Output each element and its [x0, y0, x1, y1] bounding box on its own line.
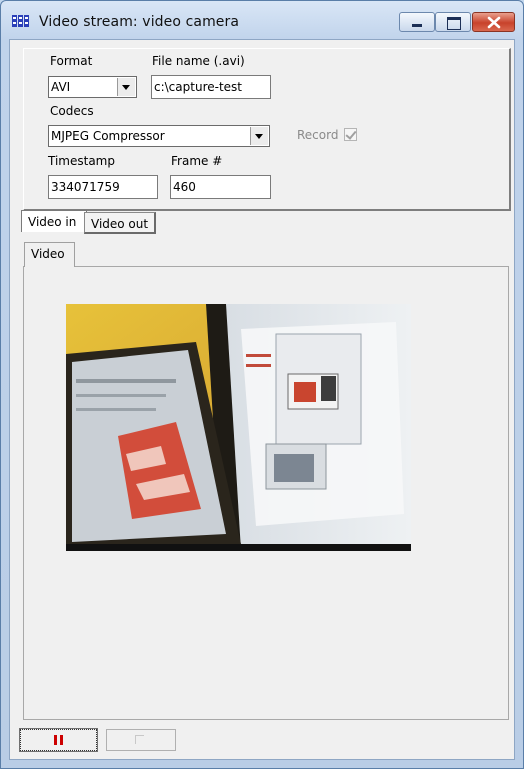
- frame-label: Frame #: [171, 154, 223, 168]
- format-value: AVI: [51, 80, 71, 94]
- window-title: Video stream: video camera: [39, 14, 240, 30]
- file-name-input[interactable]: c:\capture-test: [151, 75, 271, 99]
- maximize-button[interactable]: [435, 12, 471, 32]
- tab-video-in-label: Video in: [28, 215, 77, 229]
- capture-settings-panel: Format AVI File name (.avi) c:\capture-t…: [23, 48, 511, 211]
- minimize-icon: [412, 24, 422, 27]
- record-checkbox[interactable]: [344, 128, 357, 141]
- file-name-label: File name (.avi): [152, 54, 245, 68]
- app-icon: [12, 15, 29, 27]
- format-select[interactable]: AVI: [48, 76, 137, 98]
- chevron-down-icon[interactable]: [250, 127, 268, 145]
- chevron-down-icon[interactable]: [117, 78, 135, 96]
- pause-button[interactable]: [19, 728, 98, 752]
- title-bar[interactable]: Video stream: video camera: [1, 1, 523, 39]
- tab-video-in[interactable]: Video in: [21, 210, 87, 232]
- tab-video[interactable]: Video: [24, 242, 75, 267]
- maximize-icon: [447, 17, 461, 30]
- tab-video-out[interactable]: Video out: [84, 212, 156, 234]
- tab-video-label: Video: [31, 247, 65, 261]
- close-button[interactable]: [472, 12, 515, 32]
- codecs-value: MJPEG Compressor: [51, 129, 165, 143]
- pause-icon: [54, 735, 57, 745]
- stop-icon: [135, 735, 144, 744]
- stop-button[interactable]: [106, 729, 176, 751]
- close-icon: [487, 16, 501, 29]
- frame-field[interactable]: 460: [170, 175, 271, 199]
- minimize-button[interactable]: [399, 12, 435, 32]
- timestamp-field[interactable]: 334071759: [48, 175, 158, 199]
- camera-frame-image: [66, 304, 411, 551]
- codecs-label: Codecs: [50, 104, 94, 118]
- format-label: Format: [50, 54, 93, 68]
- record-label: Record: [297, 128, 339, 142]
- window: Video stream: video camera Format AVI Fi…: [0, 0, 524, 769]
- codecs-select[interactable]: MJPEG Compressor: [48, 125, 270, 147]
- video-preview: [66, 304, 411, 551]
- tab-video-out-label: Video out: [91, 217, 149, 231]
- timestamp-label: Timestamp: [48, 154, 115, 168]
